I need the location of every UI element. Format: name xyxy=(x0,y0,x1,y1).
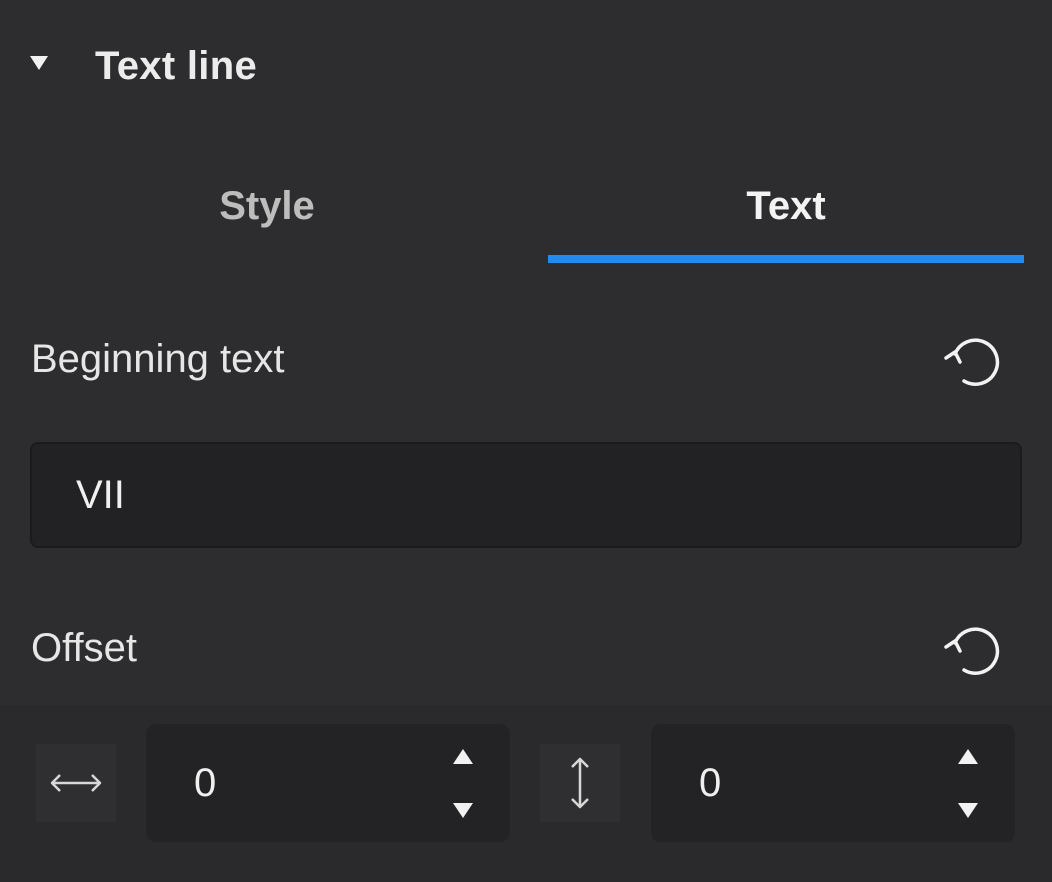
offset-label: Offset xyxy=(31,626,137,670)
triangle-up-icon xyxy=(958,748,978,764)
beginning-text-label: Beginning text xyxy=(31,337,285,381)
section-title: Text line xyxy=(95,44,257,88)
decrement-button[interactable] xyxy=(956,798,980,822)
reset-icon xyxy=(944,338,1000,386)
caret-down-icon[interactable] xyxy=(30,56,48,70)
section-header-text-line[interactable]: Text line xyxy=(0,0,1052,130)
increment-button[interactable] xyxy=(956,744,980,768)
horizontal-offset-value[interactable]: 0 xyxy=(194,724,216,842)
beginning-text-input[interactable] xyxy=(30,442,1022,548)
decrement-button[interactable] xyxy=(451,798,475,822)
triangle-down-icon xyxy=(958,802,978,818)
tab-bar: Style Text xyxy=(0,150,1052,265)
offset-reset-button[interactable] xyxy=(938,617,1002,681)
text-line-panel: Text line Style Text Beginning text Offs… xyxy=(0,0,1052,882)
reset-icon xyxy=(944,627,1000,675)
beginning-text-reset-button[interactable] xyxy=(938,328,1002,392)
tab-text[interactable]: Text xyxy=(548,150,1024,262)
vertical-offset-value[interactable]: 0 xyxy=(699,724,721,842)
horizontal-arrows-icon xyxy=(36,744,116,822)
vertical-arrows-icon xyxy=(540,744,620,822)
tab-style[interactable]: Style xyxy=(0,150,534,262)
triangle-up-icon xyxy=(453,748,473,764)
increment-button[interactable] xyxy=(451,744,475,768)
vertical-offset-stepper[interactable]: 0 xyxy=(651,724,1015,842)
horizontal-offset-stepper[interactable]: 0 xyxy=(146,724,510,842)
active-tab-indicator xyxy=(548,255,1024,263)
triangle-down-icon xyxy=(453,802,473,818)
